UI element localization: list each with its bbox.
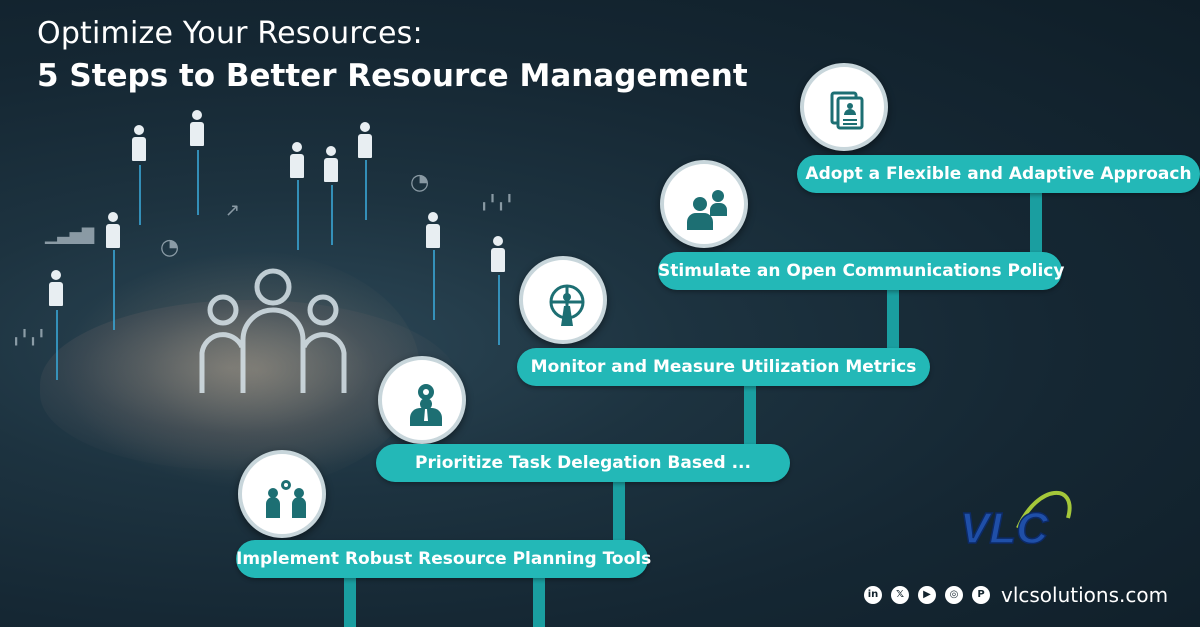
logo-text: VLC <box>960 504 1049 553</box>
step1-icon-badge <box>238 450 326 538</box>
x-twitter-icon[interactable]: 𝕏 <box>891 586 909 604</box>
youtube-icon[interactable]: ▶ <box>918 586 936 604</box>
candlestick-icon: ╻╹╻╹ <box>480 195 514 211</box>
title-line2: 5 Steps to Better Resource Management <box>37 58 748 94</box>
person-icon <box>357 122 373 158</box>
person-icon <box>105 212 121 248</box>
person-icon <box>490 236 506 272</box>
person-icon <box>323 146 339 182</box>
pinterest-icon[interactable]: P <box>972 586 990 604</box>
team-gear-icon <box>266 480 306 518</box>
candlestick-icon: ╻╹╻╹ <box>12 330 46 346</box>
person-icon <box>425 212 441 248</box>
step1-pill: Implement Robust Resource Planning Tools <box>236 540 652 578</box>
linkedin-icon[interactable]: in <box>864 586 882 604</box>
stair-connector <box>744 386 756 448</box>
stair-connector <box>344 578 356 627</box>
pie-chart-icon: ◔ <box>410 170 430 195</box>
stair-connector <box>613 482 625 544</box>
person-icon <box>131 125 147 161</box>
website-link[interactable]: vlcsolutions.com <box>1001 583 1168 607</box>
step3-pill: Monitor and Measure Utilization Metrics <box>517 348 930 386</box>
pie-chart-icon: ◔ <box>160 235 180 260</box>
step3-label: Monitor and Measure Utilization Metrics <box>530 357 917 377</box>
stair-connector <box>1030 193 1042 255</box>
step5-icon-badge <box>800 63 888 151</box>
step1-label: Implement Robust Resource Planning Tools <box>236 549 652 569</box>
step5-label: Adopt a Flexible and Adaptive Approach <box>805 164 1192 184</box>
step4-pill: Stimulate an Open Communications Policy <box>658 252 1065 290</box>
two-people-icon <box>687 190 727 230</box>
instagram-icon[interactable]: ◎ <box>945 586 963 604</box>
step2-pill: Prioritize Task Delegation Based ... <box>376 444 790 482</box>
title-line1: Optimize Your Resources: <box>37 16 423 51</box>
globe-person-icon <box>549 284 585 326</box>
step4-icon-badge <box>660 160 748 248</box>
stair-connector <box>533 578 545 627</box>
growth-arrow-icon: ↗ <box>225 200 241 221</box>
person-icon <box>189 110 205 146</box>
stair-connector <box>887 290 899 352</box>
team-outline-icon <box>199 268 347 393</box>
person-icon <box>289 142 305 178</box>
vlc-logo: VLC <box>959 491 1072 554</box>
manager-gear-icon <box>410 384 442 426</box>
step5-pill: Adopt a Flexible and Adaptive Approach <box>797 155 1200 193</box>
step2-label: Prioritize Task Delegation Based ... <box>415 453 751 473</box>
step4-label: Stimulate an Open Communications Policy <box>658 261 1065 281</box>
step3-icon-badge <box>519 256 607 344</box>
person-icon <box>48 270 64 306</box>
step2-icon-badge <box>378 356 466 444</box>
documents-icon <box>830 91 864 130</box>
bar-chart-icon: ▁▃▅▇ <box>45 225 95 244</box>
